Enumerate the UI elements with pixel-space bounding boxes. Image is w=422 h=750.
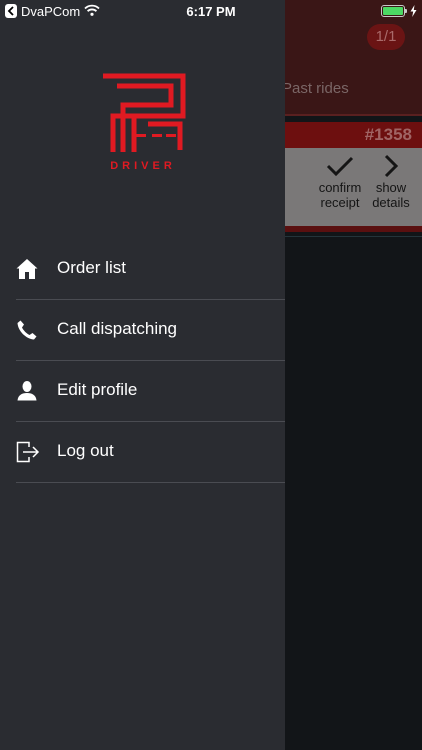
home-icon — [16, 258, 38, 280]
status-bar: DvaPCom 6:17 PM — [0, 0, 422, 22]
clock: 6:17 PM — [186, 4, 236, 19]
order-id: #1358 — [364, 125, 412, 144]
details-label-line1: show — [375, 180, 407, 195]
charging-bolt-icon — [410, 5, 417, 20]
menu-label-order-list: Order list — [57, 258, 126, 277]
confirm-label-line1: confirm — [318, 180, 362, 195]
navigation-drawer: DRIVER Order list Call dispatching Edit … — [0, 0, 285, 750]
battery-level — [383, 7, 403, 15]
logo-caption: DRIVER — [110, 160, 176, 172]
confirm-receipt-button[interactable]: confirm receipt — [312, 150, 368, 210]
user-icon — [16, 380, 38, 402]
menu-item-log-out[interactable]: Log out — [16, 422, 285, 483]
phone-icon — [16, 319, 38, 341]
menu-item-order-list[interactable]: Order list — [16, 239, 285, 300]
battery-icon — [381, 5, 405, 17]
details-label-line2: details — [372, 195, 410, 210]
dvapcom-logo — [100, 72, 186, 174]
menu-item-edit-profile[interactable]: Edit profile — [16, 361, 285, 422]
menu-label-edit-profile: Edit profile — [57, 380, 138, 399]
chevron-right-icon — [384, 154, 399, 178]
logout-icon — [16, 441, 40, 463]
menu-label-log-out: Log out — [57, 441, 114, 460]
show-details-button[interactable]: show details — [366, 150, 416, 210]
battery-tip — [405, 9, 407, 13]
confirm-label-line2: receipt — [320, 195, 360, 210]
checkmark-icon — [326, 156, 354, 177]
menu-item-call-dispatching[interactable]: Call dispatching — [16, 300, 285, 361]
menu-label-call-dispatching: Call dispatching — [57, 319, 178, 338]
tab-past-rides[interactable]: Past rides — [282, 80, 349, 97]
drawer-menu: Order list Call dispatching Edit profile — [0, 239, 285, 483]
page-counter-badge[interactable]: 1/1 — [367, 24, 405, 50]
